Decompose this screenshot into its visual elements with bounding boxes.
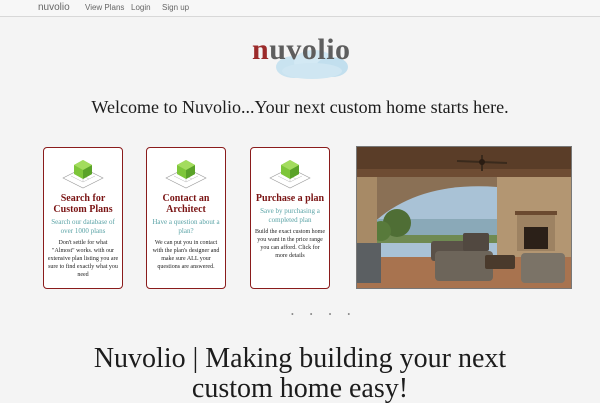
card-subtitle: Save by purchasing a completed plan — [260, 207, 320, 224]
logo-accent-letter: n — [252, 33, 270, 66]
logo-wordmark: nuvolio — [252, 33, 351, 67]
nav-brand[interactable]: nuvolio — [38, 2, 70, 13]
card-subtitle: Search our database of over 1000 plans — [51, 218, 115, 235]
tagline-heading: Nuvolio | Making building your next cust… — [93, 343, 507, 403]
logo-rest: uvolio — [269, 33, 351, 66]
card-search-plans[interactable]: Search for Custom Plans Search our datab… — [43, 147, 123, 289]
card-title: Search for Custom Plans — [53, 193, 113, 215]
featured-home-photo — [356, 146, 572, 289]
nav-link-sign-up[interactable]: Sign up — [162, 3, 189, 12]
nav-link-login[interactable]: Login — [131, 3, 151, 12]
card-body: Don't settle for what "Almost" works. wi… — [47, 240, 119, 278]
card-subtitle: Have a question about a plan? — [152, 218, 220, 235]
carousel-indicators[interactable]: • • • • — [291, 310, 357, 319]
card-title: Contact an Architect — [162, 193, 210, 215]
card-title: Purchase a plan — [255, 193, 325, 204]
site-logo[interactable]: nuvolio — [252, 33, 352, 81]
house-plan-icon — [62, 160, 104, 189]
card-body: We can put you in contact with the plan'… — [152, 240, 220, 270]
house-plan-icon — [269, 160, 311, 189]
nav-link-view-plans[interactable]: View Plans — [85, 3, 124, 12]
welcome-heading: Welcome to Nuvolio...Your next custom ho… — [91, 97, 509, 117]
top-navbar: nuvolio View Plans Login Sign up — [0, 0, 600, 17]
card-purchase-plan[interactable]: Purchase a plan Save by purchasing a com… — [250, 147, 330, 289]
card-body: Build the exact custom home you want in … — [255, 229, 325, 259]
patio-image — [357, 147, 571, 288]
card-contact-architect[interactable]: Contact an Architect Have a question abo… — [146, 147, 226, 289]
house-plan-icon — [165, 160, 207, 189]
